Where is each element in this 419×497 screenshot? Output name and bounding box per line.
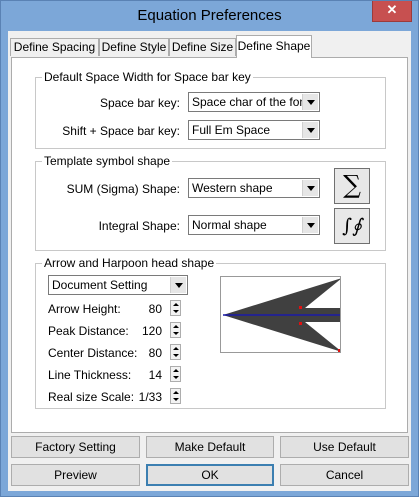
close-button[interactable]: ✕ <box>372 1 412 22</box>
arrow-shape-group: Arrow and Harpoon head shape Document Se… <box>35 256 386 409</box>
sum-shape-button[interactable]: ∑ <box>334 168 370 204</box>
handle-point <box>299 306 302 309</box>
tab-define-shape[interactable]: Define Shape <box>236 35 312 58</box>
peak-distance-label: Peak Distance: <box>48 324 129 338</box>
chevron-down-icon <box>302 94 318 110</box>
integral-shape-label: Integral Shape: <box>98 219 180 233</box>
line-thickness-label: Line Thickness: <box>48 368 132 382</box>
tab-define-spacing[interactable]: Define Spacing <box>10 38 99 56</box>
integral-shape-select[interactable]: Normal shape <box>188 215 320 235</box>
template-symbol-group: Template symbol shape SUM (Sigma) Shape:… <box>35 154 386 251</box>
space-bar-value: Space char of the font <box>192 95 310 109</box>
handle-point <box>338 349 341 352</box>
center-distance-value: 80 <box>148 346 162 360</box>
integral-icon: ∫∮ <box>342 215 362 237</box>
arrow-mode-value: Document Setting <box>52 278 148 292</box>
close-icon: ✕ <box>386 2 398 17</box>
arrow-height-spinner[interactable] <box>170 300 181 316</box>
cancel-button[interactable]: Cancel <box>280 464 409 486</box>
space-bar-select[interactable]: Space char of the font <box>188 92 320 112</box>
sum-shape-label: SUM (Sigma) Shape: <box>66 182 180 196</box>
window-title: Equation Preferences <box>137 7 282 24</box>
factory-setting-button[interactable]: Factory Setting <box>11 436 140 458</box>
define-shape-panel: Default Space Width for Space bar key Sp… <box>11 57 408 433</box>
real-size-scale-value: 1/33 <box>138 390 162 404</box>
title-bar: Equation Preferences ✕ <box>1 1 418 31</box>
chevron-down-icon <box>302 217 318 233</box>
sigma-icon: ∑ <box>343 170 361 199</box>
arrow-height-value: 80 <box>148 302 162 316</box>
arrow-shape-legend: Arrow and Harpoon head shape <box>42 256 217 270</box>
peak-distance-spinner[interactable] <box>170 322 181 338</box>
integral-shape-value: Normal shape <box>192 218 267 232</box>
space-bar-label: Space bar key: <box>99 96 180 110</box>
arrow-height-label: Arrow Height: <box>48 302 121 316</box>
shift-space-value: Full Em Space <box>192 123 271 137</box>
arrow-preview[interactable] <box>220 276 381 353</box>
line-thickness-spinner[interactable] <box>170 366 181 382</box>
chevron-down-icon <box>170 277 186 293</box>
equation-preferences-window: Equation Preferences ✕ Define Spacing De… <box>0 0 419 497</box>
shift-space-label: Shift + Space bar key: <box>62 124 180 138</box>
ok-button[interactable]: OK <box>146 464 274 486</box>
template-symbol-legend: Template symbol shape <box>42 154 173 168</box>
integral-shape-button[interactable]: ∫∮ <box>334 208 370 244</box>
line-thickness-value: 14 <box>148 368 162 382</box>
shift-space-select[interactable]: Full Em Space <box>188 120 320 140</box>
dialog-client: Define Spacing Define Style Define Size … <box>8 31 411 491</box>
use-default-button[interactable]: Use Default <box>280 436 409 458</box>
chevron-down-icon <box>302 122 318 138</box>
tab-define-style[interactable]: Define Style <box>99 38 169 56</box>
tab-define-size[interactable]: Define Size <box>169 38 236 56</box>
handle-point <box>299 322 302 325</box>
sum-shape-value: Western shape <box>192 181 273 195</box>
arrow-mode-select[interactable]: Document Setting <box>48 275 188 295</box>
preview-button[interactable]: Preview <box>11 464 140 486</box>
chevron-down-icon <box>302 180 318 196</box>
space-width-group: Default Space Width for Space bar key Sp… <box>35 70 386 149</box>
peak-distance-value: 120 <box>141 324 162 338</box>
space-width-legend: Default Space Width for Space bar key <box>42 70 253 84</box>
center-distance-spinner[interactable] <box>170 344 181 360</box>
make-default-button[interactable]: Make Default <box>146 436 274 458</box>
real-size-scale-spinner[interactable] <box>170 388 181 404</box>
arrow-preview-graphic <box>223 278 381 352</box>
sum-shape-select[interactable]: Western shape <box>188 178 320 198</box>
